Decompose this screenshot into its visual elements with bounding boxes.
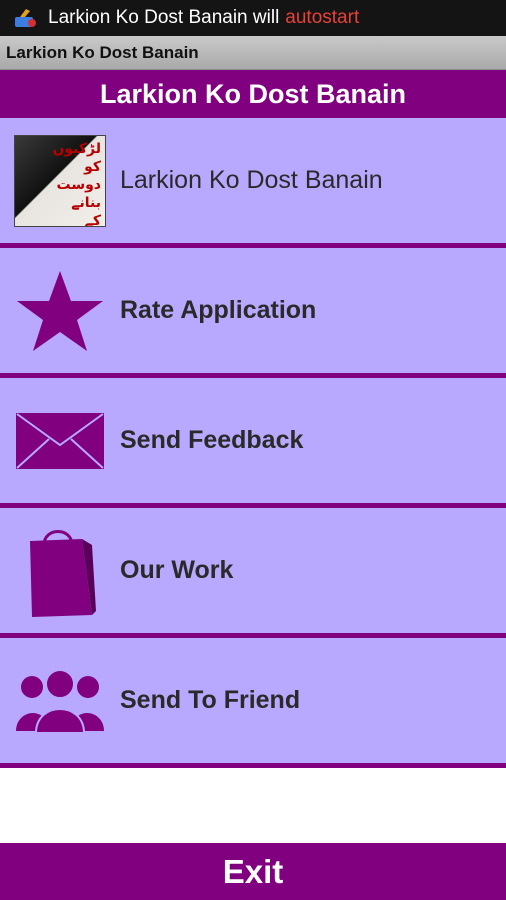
page-title: Larkion Ko Dost Banain — [0, 70, 506, 118]
menu-item-label: Larkion Ko Dost Banain — [120, 166, 383, 194]
app-thumbnail: لڑکیوں کو دوست بنانے کے طریقے — [14, 134, 106, 227]
menu-item-label: Rate Application — [120, 296, 317, 324]
broom-icon — [12, 7, 38, 29]
star-icon — [17, 270, 103, 351]
notification-text: Larkion Ko Dost Banain will — [48, 7, 280, 28]
envelope-icon — [16, 412, 104, 469]
menu-item-send-friend[interactable]: Send To Friend — [0, 638, 506, 768]
shopping-bag-icon — [30, 530, 96, 617]
menu-list: لڑکیوں کو دوست بنانے کے طریقے Larkion Ko… — [0, 118, 506, 768]
thumbnail-urdu-text: لڑکیوں کو دوست بنانے کے طریقے — [52, 140, 101, 227]
menu-item-label: Our Work — [120, 556, 234, 584]
menu-item-rate[interactable]: Rate Application — [0, 248, 506, 378]
status-bar: Larkion Ko Dost Banain will autostart — [0, 0, 506, 36]
menu-item-label: Send Feedback — [120, 426, 304, 454]
notification-warning: autostart — [285, 7, 360, 28]
menu-item-app[interactable]: لڑکیوں کو دوست بنانے کے طریقے Larkion Ko… — [0, 118, 506, 248]
exit-button[interactable]: Exit — [0, 843, 506, 900]
menu-item-our-work[interactable]: Our Work — [0, 508, 506, 638]
people-icon — [16, 668, 104, 733]
window-title: Larkion Ko Dost Banain — [0, 36, 506, 70]
menu-item-label: Send To Friend — [120, 686, 301, 714]
menu-item-feedback[interactable]: Send Feedback — [0, 378, 506, 508]
